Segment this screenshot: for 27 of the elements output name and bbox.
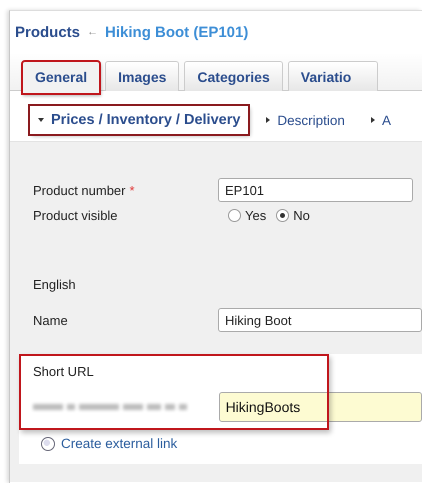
radio-label: Yes bbox=[245, 208, 266, 223]
tab[interactable]: General bbox=[22, 61, 100, 94]
field-label: Product visible bbox=[32, 208, 119, 223]
breadcrumb-link[interactable]: Products bbox=[15, 24, 80, 40]
input-field[interactable]: HikingBoots bbox=[218, 392, 422, 422]
input-field[interactable]: EP101 bbox=[218, 178, 413, 202]
input-field[interactable]: Hiking Boot bbox=[218, 308, 422, 332]
section-link[interactable]: Description bbox=[258, 106, 353, 134]
caret-down-icon bbox=[38, 118, 44, 122]
breadcrumb-separator: ← bbox=[87, 26, 98, 38]
create-link[interactable]: Create external link bbox=[61, 436, 178, 451]
section-link[interactable]: Prices / Inventory / Delivery bbox=[30, 106, 248, 134]
language-heading: English bbox=[32, 276, 77, 292]
radio-button[interactable] bbox=[228, 209, 241, 222]
radio-button[interactable] bbox=[276, 209, 290, 222]
caret-right-icon bbox=[370, 117, 375, 123]
tab[interactable]: Images bbox=[105, 61, 180, 91]
caret-right-icon bbox=[266, 117, 270, 123]
required-mark: * bbox=[130, 182, 135, 198]
field-label: Name bbox=[32, 312, 69, 328]
tab[interactable]: Categories bbox=[184, 61, 283, 91]
breadcrumb-current: Hiking Boot (EP101) bbox=[105, 24, 248, 40]
tab[interactable]: Variatio bbox=[288, 61, 378, 91]
section-link[interactable]: A bbox=[362, 106, 399, 134]
radio-label: No bbox=[293, 208, 310, 223]
field-label: Short URL bbox=[33, 363, 95, 379]
field-label: Product number bbox=[33, 182, 126, 198]
